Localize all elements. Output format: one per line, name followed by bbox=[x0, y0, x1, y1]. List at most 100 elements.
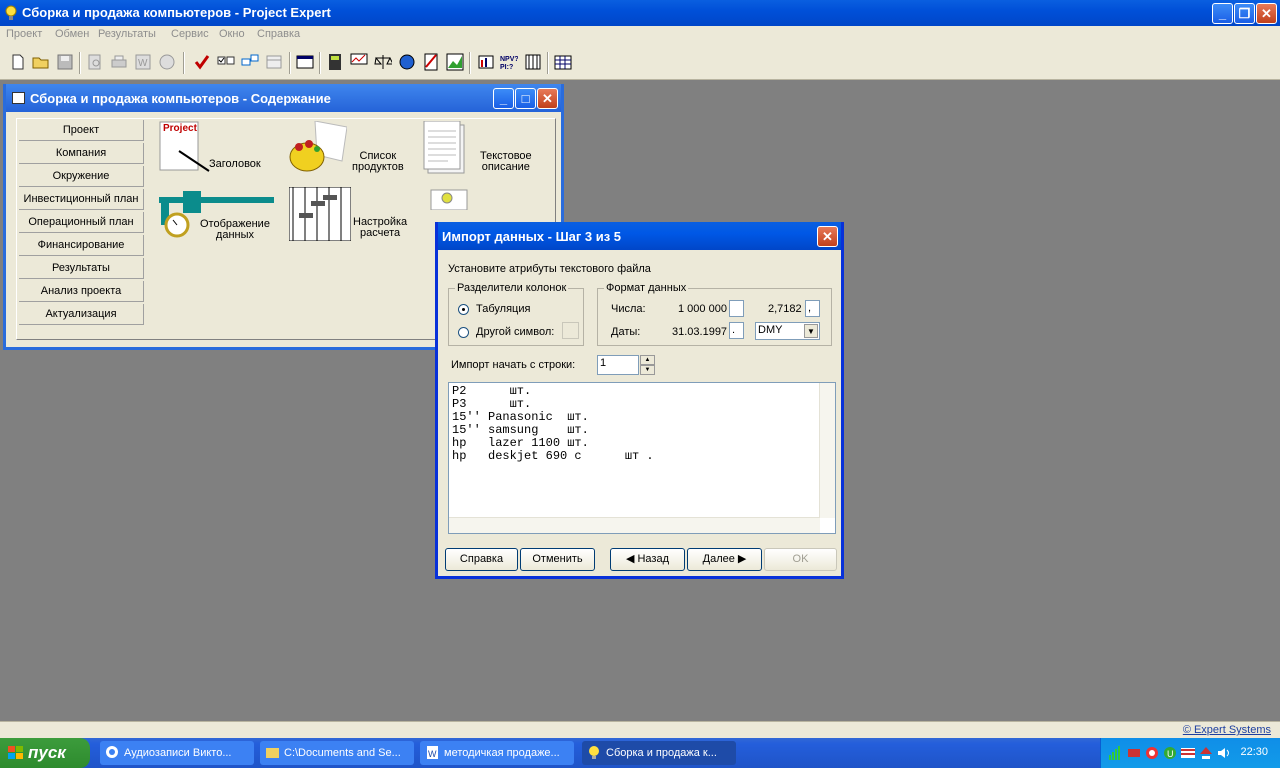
antivirus-icon[interactable] bbox=[1145, 746, 1159, 760]
content-window-title-bar[interactable]: Сборка и продажа компьютеров - Содержани… bbox=[6, 84, 561, 112]
balance-icon[interactable] bbox=[374, 53, 392, 71]
svg-text:PI:?: PI:? bbox=[500, 64, 513, 71]
task-explorer[interactable]: C:\Documents and Se... bbox=[260, 741, 414, 765]
minimize-button[interactable]: _ bbox=[1212, 3, 1233, 24]
spin-up-icon[interactable]: ▲ bbox=[640, 355, 655, 365]
chevron-down-icon[interactable]: ▼ bbox=[804, 324, 818, 338]
cancel-button[interactable]: Отменить bbox=[520, 548, 595, 571]
nav-project[interactable]: Проект bbox=[19, 120, 144, 141]
nav-investment-plan[interactable]: Инвестиционный план bbox=[19, 189, 144, 210]
preview-icon[interactable] bbox=[86, 53, 104, 71]
restore-button[interactable]: ❐ bbox=[1234, 3, 1255, 24]
close-button[interactable]: ✕ bbox=[1256, 3, 1277, 24]
nav-results[interactable]: Результаты bbox=[19, 258, 144, 279]
language-flag-icon[interactable] bbox=[1181, 746, 1195, 760]
menu-service[interactable]: Сервис bbox=[171, 28, 209, 40]
content-maximize-button[interactable]: □ bbox=[515, 88, 536, 109]
checkmark-icon[interactable] bbox=[193, 53, 211, 71]
date-example: 31.03.1997 bbox=[672, 326, 728, 338]
nav-financing[interactable]: Финансирование bbox=[19, 235, 144, 256]
menu-exchange[interactable]: Обмен bbox=[55, 28, 89, 40]
menu-window[interactable]: Окно bbox=[219, 28, 245, 40]
calc-settings-item[interactable]: Настройка расчета bbox=[289, 187, 419, 247]
next-button[interactable]: Далее ▶ bbox=[687, 548, 762, 571]
audio-app-icon bbox=[106, 746, 118, 758]
import-dialog-title-bar[interactable]: Импорт данных - Шаг 3 из 5 ✕ bbox=[438, 222, 841, 250]
cashflow-icon[interactable] bbox=[350, 53, 368, 71]
gear-document-icon[interactable] bbox=[429, 188, 469, 210]
safely-remove-icon[interactable] bbox=[1199, 746, 1213, 760]
flow-icon[interactable] bbox=[241, 53, 259, 71]
word-doc-icon: W bbox=[427, 746, 438, 759]
back-button[interactable]: ◀ Назад bbox=[610, 548, 685, 571]
file-preview[interactable]: P2 шт. P3 шт. 15'' Panasonic шт. 15'' sa… bbox=[448, 382, 836, 534]
report-icon[interactable] bbox=[422, 53, 440, 71]
spin-down-icon[interactable]: ▼ bbox=[640, 365, 655, 375]
document-icon bbox=[12, 92, 25, 104]
nav-company[interactable]: Компания bbox=[19, 143, 144, 164]
disk-icon[interactable] bbox=[158, 53, 176, 71]
print-icon[interactable] bbox=[110, 53, 128, 71]
task-project-expert[interactable]: Сборка и продажа к... bbox=[582, 741, 736, 765]
horizontal-scrollbar[interactable] bbox=[449, 517, 820, 533]
title-page-item[interactable]: Project Заголовок bbox=[147, 121, 277, 181]
dialog-close-button[interactable]: ✕ bbox=[817, 226, 838, 247]
window-icon[interactable] bbox=[296, 53, 314, 71]
globe-icon[interactable] bbox=[398, 53, 416, 71]
app-title-bar[interactable]: Сборка и продажа компьютеров - Project E… bbox=[0, 0, 1280, 26]
sensitivity-icon[interactable] bbox=[524, 53, 542, 71]
column-separators-label: Разделители колонок bbox=[455, 282, 569, 294]
decimal-separator-field[interactable]: , bbox=[805, 300, 820, 317]
analysis-icon[interactable] bbox=[477, 53, 495, 71]
menu-results[interactable]: Результаты bbox=[98, 28, 156, 40]
nav-project-analysis[interactable]: Анализ проекта bbox=[19, 281, 144, 302]
numbers-example: 1 000 000 bbox=[678, 303, 727, 315]
volume-icon[interactable] bbox=[1217, 746, 1231, 760]
checklist-icon[interactable] bbox=[217, 53, 235, 71]
data-display-label: Отображение данных bbox=[200, 218, 270, 241]
grid-icon[interactable] bbox=[554, 53, 572, 71]
network-icon[interactable] bbox=[1127, 746, 1141, 760]
status-bar: © Expert Systems bbox=[0, 721, 1280, 738]
npv-icon[interactable]: NPV?PI:? bbox=[500, 53, 518, 71]
start-row-input[interactable]: 1 bbox=[597, 355, 639, 375]
content-minimize-button[interactable]: _ bbox=[493, 88, 514, 109]
signal-icon[interactable] bbox=[1109, 746, 1123, 760]
word-export-icon[interactable]: W bbox=[134, 53, 152, 71]
start-row-spinner[interactable]: ▲ ▼ bbox=[640, 355, 655, 375]
open-folder-icon[interactable] bbox=[32, 53, 50, 71]
torrent-icon[interactable]: U bbox=[1163, 746, 1177, 760]
start-button[interactable]: пуск bbox=[0, 738, 90, 768]
nav-actualization[interactable]: Актуализация bbox=[19, 304, 144, 325]
text-description-item[interactable]: Текстовое описание bbox=[422, 121, 552, 181]
arrow-right-icon: ▶ bbox=[734, 553, 747, 565]
task-word[interactable]: W методичкая продаже... bbox=[420, 741, 574, 765]
svg-text:NPV?: NPV? bbox=[500, 56, 518, 63]
expert-systems-link[interactable]: © Expert Systems bbox=[1183, 724, 1271, 736]
tab-radio[interactable] bbox=[458, 304, 469, 315]
clock[interactable]: 22:30 bbox=[1240, 746, 1268, 758]
nav-environment[interactable]: Окружение bbox=[19, 166, 144, 187]
new-file-icon[interactable] bbox=[9, 53, 27, 71]
help-button[interactable]: Справка bbox=[445, 548, 518, 571]
date-order-select[interactable]: DMY ▼ bbox=[755, 322, 820, 340]
menu-project[interactable]: Проект bbox=[6, 28, 42, 40]
thousands-separator-field[interactable] bbox=[729, 300, 744, 317]
nav-operational-plan[interactable]: Операционный план bbox=[19, 212, 144, 233]
chart-icon[interactable] bbox=[446, 53, 464, 71]
table-icon[interactable] bbox=[265, 53, 283, 71]
task-audio[interactable]: Аудиозаписи Викто... bbox=[100, 741, 254, 765]
svg-text:W: W bbox=[138, 58, 148, 69]
other-symbol-field[interactable] bbox=[562, 322, 579, 339]
dates-label: Даты: bbox=[611, 326, 641, 338]
calc-icon[interactable] bbox=[326, 53, 344, 71]
other-symbol-radio[interactable] bbox=[458, 327, 469, 338]
menu-help[interactable]: Справка bbox=[257, 28, 300, 40]
date-separator-field[interactable]: . bbox=[729, 322, 744, 339]
data-display-item[interactable]: Отображение данных bbox=[147, 189, 282, 249]
save-icon[interactable] bbox=[56, 53, 74, 71]
ok-button[interactable]: OK bbox=[764, 548, 837, 571]
vertical-scrollbar[interactable] bbox=[819, 383, 835, 518]
content-close-button[interactable]: ✕ bbox=[537, 88, 558, 109]
products-item[interactable]: Список продуктов bbox=[287, 121, 417, 181]
